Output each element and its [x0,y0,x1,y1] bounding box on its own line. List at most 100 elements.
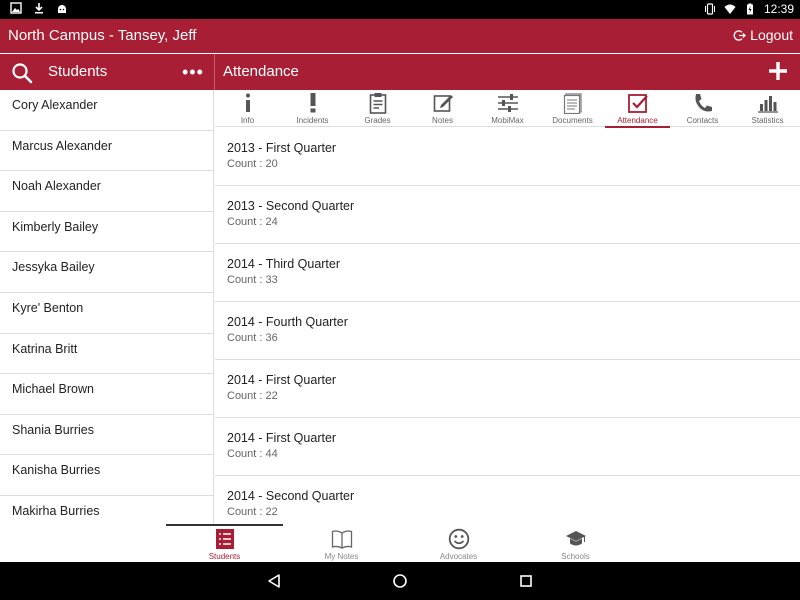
nav-my-notes[interactable]: My Notes [283,528,400,561]
nav-label: Schools [561,552,590,561]
more-options-icon[interactable]: ••• [182,63,204,81]
student-list-item[interactable]: Kimberly Bailey [0,212,213,253]
student-list: Cory Alexander Marcus Alexander Noah Ale… [0,90,214,524]
back-icon[interactable] [266,573,282,589]
attendance-count: Count : 24 [227,216,278,228]
checkbox-icon [627,94,648,113]
attendance-count: Count : 20 [227,158,278,170]
attendance-period: 2014 - Second Quarter [227,489,355,503]
student-list-item[interactable]: Shania Burries [0,415,213,456]
gallery-icon [10,2,22,14]
clock: 12:39 [763,2,794,16]
tab-statistics[interactable]: Statistics [735,90,800,127]
tab-label: MobiMax [491,116,524,125]
logout-label: Logout [750,27,793,43]
attendance-list-item[interactable]: 2014 - First Quarter Count : 22 [215,360,800,418]
attendance-title: Attendance [223,63,299,80]
documents-icon [563,93,582,114]
nav-schools[interactable]: Schools [517,528,634,561]
list-icon [215,529,234,549]
attendance-list-item[interactable]: 2014 - First Quarter Count : 44 [215,418,800,476]
attendance-count: Count : 22 [227,390,278,402]
bottom-nav-indicator [166,524,283,526]
student-list-item[interactable]: Marcus Alexander [0,131,213,172]
attendance-period: 2014 - First Quarter [227,431,337,445]
sub-bar: Students ••• Attendance [0,54,800,90]
attendance-list-item[interactable]: 2013 - First Quarter Count : 20 [215,128,800,186]
nav-advocates[interactable]: Advocates [400,528,517,561]
book-icon [331,530,352,549]
detail-tabs: Info Incidents Grades Notes MobiMax Docu… [215,90,800,128]
tab-label: Contacts [686,116,719,125]
tab-grades[interactable]: Grades [345,90,410,127]
tab-notes[interactable]: Notes [410,90,475,127]
exclamation-icon [310,93,315,113]
tab-mobimax[interactable]: MobiMax [475,90,540,127]
attendance-period: 2013 - Second Quarter [227,199,355,213]
attendance-period: 2014 - Fourth Quarter [227,315,348,329]
tab-attendance[interactable]: Attendance [605,90,670,128]
search-icon[interactable] [11,62,33,84]
download-icon [35,3,43,14]
tab-label: Notes [432,116,453,125]
nav-students[interactable]: Students [166,528,283,561]
tab-label: Documents [552,116,593,125]
tab-label: Incidents [296,116,329,125]
bar-chart-icon [757,96,778,113]
tab-contacts[interactable]: Contacts [670,90,735,127]
app-title: North Campus - Tansey, Jeff [8,27,197,44]
attendance-period: 2014 - First Quarter [227,373,337,387]
nav-label: Advocates [439,552,478,561]
attendance-count: Count : 44 [227,448,278,460]
nav-label: My Notes [324,552,359,561]
tab-info[interactable]: Info [215,90,280,127]
graduation-cap-icon [565,531,586,546]
attendance-list-item[interactable]: 2014 - Third Quarter Count : 33 [215,244,800,302]
home-icon[interactable] [392,573,408,589]
tab-incidents[interactable]: Incidents [280,90,345,127]
student-list-item[interactable]: Michael Brown [0,374,213,415]
student-list-item[interactable]: Jessyka Bailey [0,252,213,293]
attendance-list: 2013 - First Quarter Count : 20 2013 - S… [215,128,800,524]
wifi-icon [724,4,736,14]
student-list-item[interactable]: Cory Alexander [0,90,213,131]
student-list-item[interactable]: Kyre' Benton [0,293,213,334]
smiley-icon [448,528,469,550]
tab-label: Statistics [751,116,784,125]
vibrate-icon [704,3,715,15]
status-bar: 12:39 [0,0,800,19]
student-list-item[interactable]: Katrina Britt [0,334,213,375]
attendance-count: Count : 22 [227,506,278,518]
student-list-item[interactable]: Makirha Burries [0,496,213,524]
phone-icon [694,94,712,112]
attendance-period: 2014 - Third Quarter [227,257,341,271]
clipboard-icon [369,93,386,114]
logout-button[interactable]: Logout [733,27,793,43]
edit-note-icon [433,95,453,112]
recents-icon[interactable] [518,573,534,589]
info-icon [245,93,250,112]
android-icon [58,5,66,13]
tab-documents[interactable]: Documents [540,90,605,127]
battery-icon [746,3,753,15]
tab-label: Attendance [617,116,658,125]
app-bar: North Campus - Tansey, Jeff Logout [0,19,800,53]
attendance-list-item[interactable]: 2014 - Fourth Quarter Count : 36 [215,302,800,360]
logout-icon [733,29,747,41]
tab-label: Grades [364,116,391,125]
students-title: Students [48,63,108,80]
nav-label: Students [208,552,241,561]
add-icon[interactable] [768,61,788,81]
attendance-list-item[interactable]: 2013 - Second Quarter Count : 24 [215,186,800,244]
panel-divider [214,54,215,90]
attendance-period: 2013 - First Quarter [227,141,337,155]
attendance-list-item[interactable]: 2014 - Second Quarter Count : 22 [215,476,800,524]
attendance-count: Count : 33 [227,274,278,286]
bottom-navigation: Students My Notes Advocates Schools [0,524,800,562]
student-list-item[interactable]: Noah Alexander [0,171,213,212]
student-list-item[interactable]: Kanisha Burries [0,455,213,496]
sliders-icon [497,94,518,112]
tab-label: Info [240,116,255,125]
attendance-count: Count : 36 [227,332,278,344]
system-navigation-bar [0,562,800,600]
